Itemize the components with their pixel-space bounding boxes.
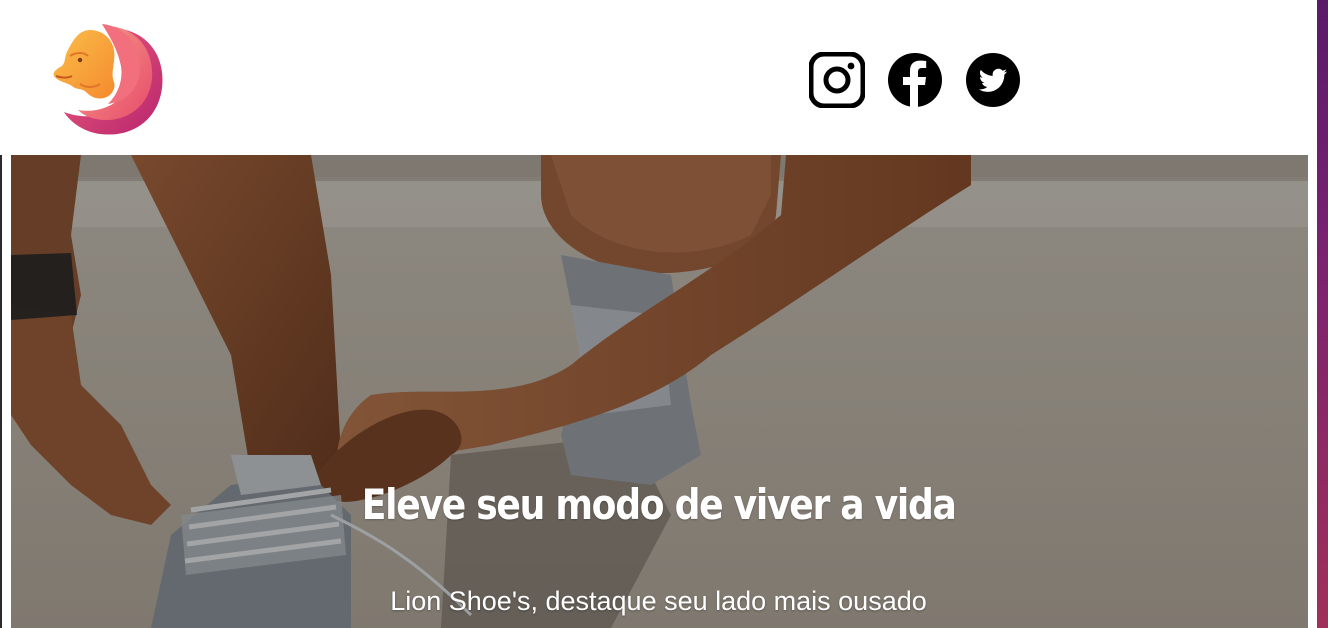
scroll-accent-bar	[1317, 0, 1328, 628]
landing-page: Eleve seu modo de viver a vida Lion Shoe…	[0, 0, 1328, 628]
instagram-icon[interactable]	[808, 51, 866, 109]
hero-banner	[11, 155, 1308, 628]
hero-subtitle: Lion Shoe's, destaque seu lado mais ousa…	[390, 586, 927, 616]
site-header	[0, 0, 1317, 155]
twitter-icon[interactable]	[965, 52, 1021, 108]
facebook-icon[interactable]	[887, 52, 943, 108]
hero-title: Eleve seu modo de viver a vida	[361, 480, 957, 529]
hero-dark-overlay	[11, 155, 1308, 628]
lion-logo-icon[interactable]	[50, 22, 168, 140]
social-links	[808, 51, 1021, 109]
